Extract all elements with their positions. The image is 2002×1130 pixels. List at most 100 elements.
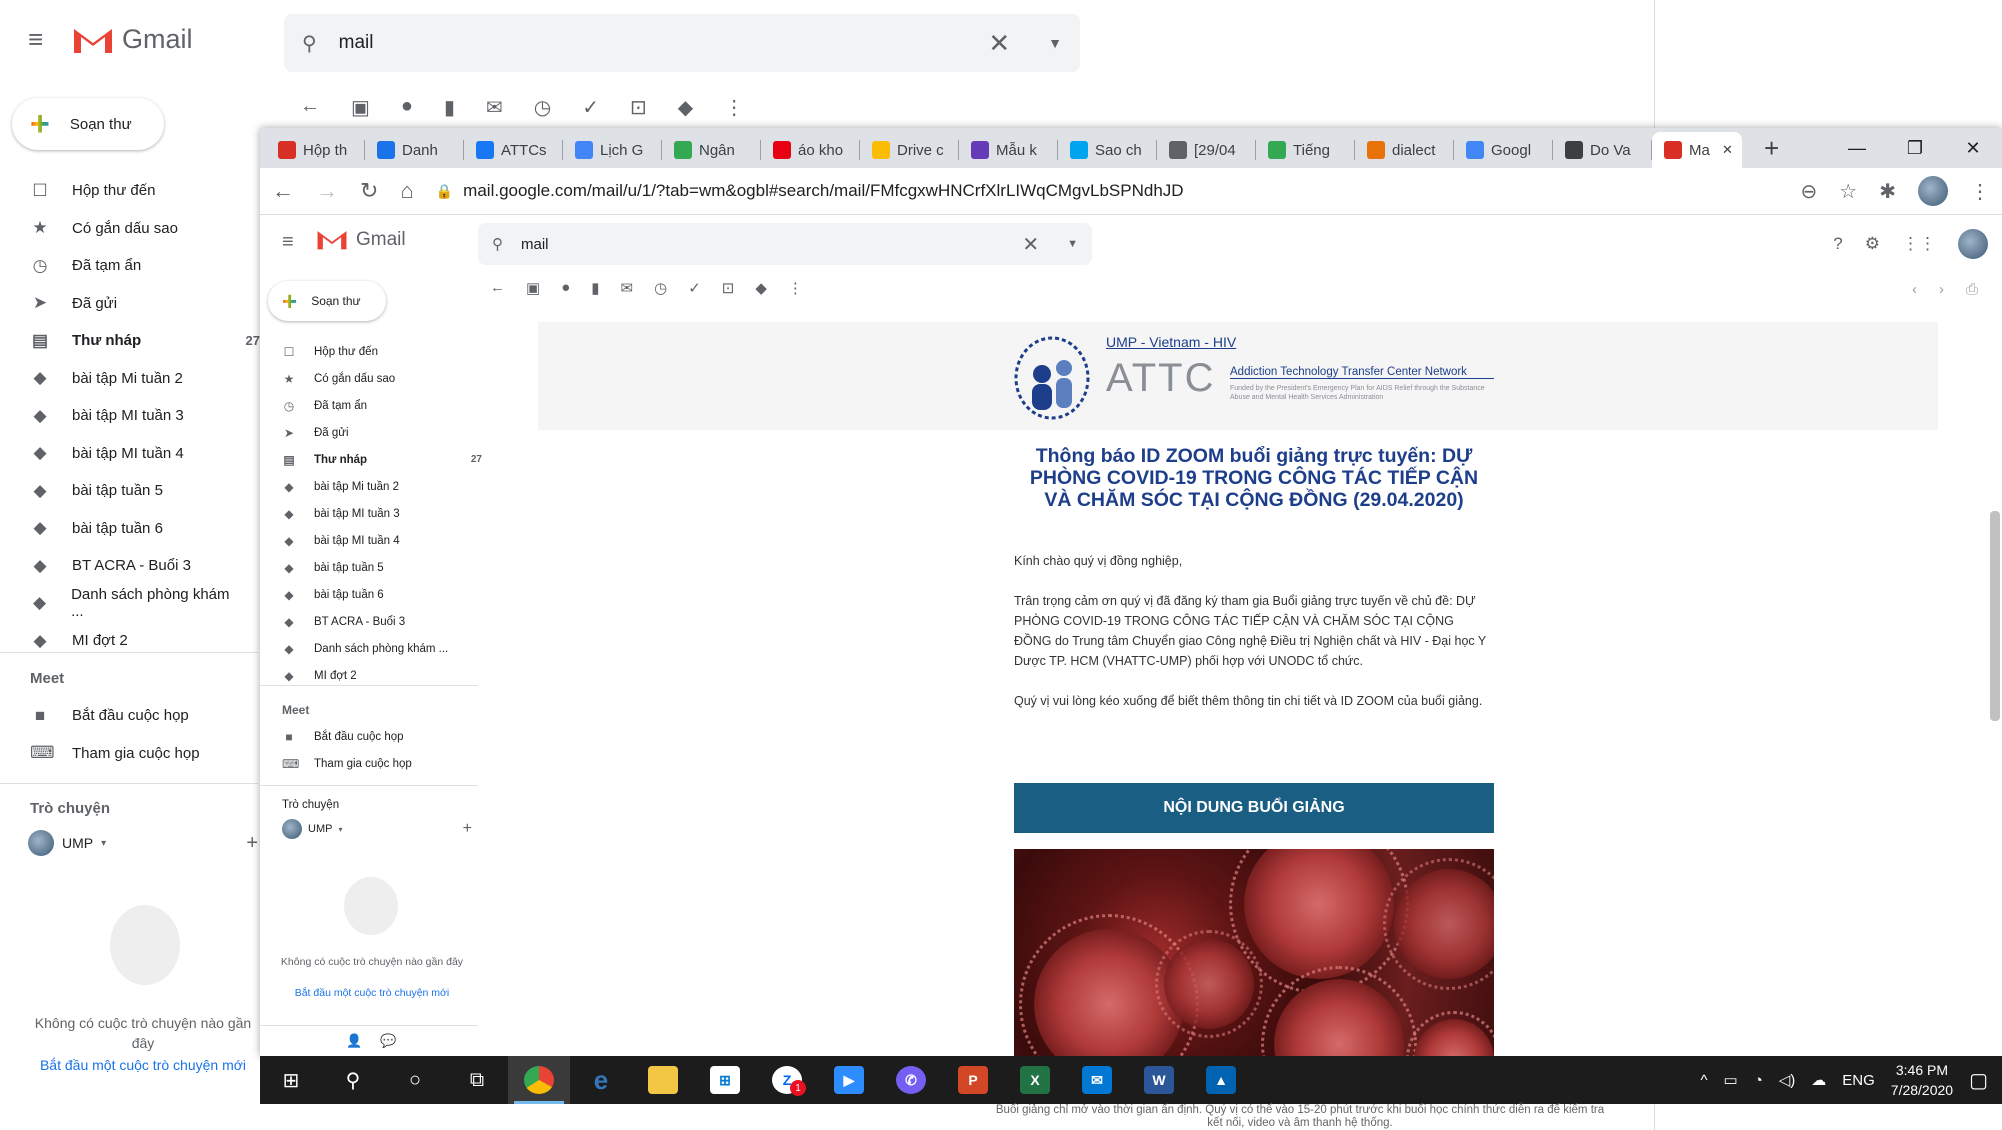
url-text[interactable]: mail.google.com/mail/u/1/?tab=wm&ogbl#se… bbox=[463, 181, 1183, 201]
settings-gear-icon[interactable]: ⚙ bbox=[1865, 234, 1880, 254]
nav-item[interactable]: ◆ bài tập MI tuần 4 bbox=[30, 435, 260, 473]
mail-taskbar-button[interactable]: ✉ bbox=[1066, 1056, 1128, 1104]
nav-item[interactable]: ◆ Danh sách phòng khám ... bbox=[282, 635, 482, 662]
nav-item[interactable]: ◆ bài tập Mi tuần 2 bbox=[282, 473, 482, 500]
mark-unread-icon[interactable]: ✉ bbox=[486, 95, 503, 120]
lock-icon[interactable]: 🔒 bbox=[436, 183, 453, 200]
search-input[interactable]: mail bbox=[339, 32, 989, 54]
meet-start-item[interactable]: ■ Bắt đầu cuộc họp bbox=[282, 723, 482, 750]
meet-start-item[interactable]: ■ Bắt đầu cuộc họp bbox=[30, 697, 260, 735]
viber-taskbar-button[interactable]: ✆ bbox=[880, 1056, 942, 1104]
start-button[interactable]: ⊞ bbox=[260, 1056, 322, 1104]
battery-icon[interactable]: ▭ bbox=[1724, 1071, 1738, 1089]
restore-icon[interactable]: ❐ bbox=[1886, 128, 1944, 168]
word-taskbar-button[interactable]: W bbox=[1128, 1056, 1190, 1104]
search-icon[interactable]: ⚲ bbox=[492, 235, 503, 253]
cortana-button[interactable]: ○ bbox=[384, 1056, 446, 1104]
archive-icon[interactable]: ▣ bbox=[526, 279, 540, 297]
scrollbar[interactable] bbox=[1990, 511, 2000, 721]
mark-unread-icon[interactable]: ✉ bbox=[621, 279, 634, 297]
zalo-taskbar-button[interactable]: Z1 bbox=[756, 1056, 818, 1104]
powerpoint-taskbar-button[interactable]: P bbox=[942, 1056, 1004, 1104]
store-taskbar-button[interactable]: ⊞ bbox=[694, 1056, 756, 1104]
search-icon[interactable]: ⚲ bbox=[302, 31, 317, 56]
apps-grid-icon[interactable]: ⋮⋮ bbox=[1902, 234, 1936, 254]
nav-item[interactable]: ★ Có gắn dấu sao bbox=[30, 210, 260, 248]
nav-item[interactable]: ◆ BT ACRA - Buổi 3 bbox=[282, 608, 482, 635]
nav-item[interactable]: ◷ Đã tạm ẩn bbox=[282, 392, 482, 419]
onedrive-icon[interactable]: ☁ bbox=[1811, 1071, 1826, 1089]
profile-avatar[interactable] bbox=[1918, 176, 1948, 206]
nav-item[interactable]: ▤ Thư nháp 27 bbox=[30, 322, 260, 360]
back-icon[interactable]: ← bbox=[272, 178, 294, 204]
browser-tab[interactable]: ATTCs bbox=[464, 132, 563, 168]
prev-icon[interactable]: ‹ bbox=[1912, 281, 1917, 298]
reload-icon[interactable]: ↻ bbox=[360, 178, 378, 204]
start-chat-link[interactable]: Bắt đầu một cuộc trò chuyện mới bbox=[272, 987, 472, 999]
meet-join-item[interactable]: ⌨ Tham gia cuộc họp bbox=[282, 750, 482, 777]
nav-item[interactable]: ★ Có gắn dấu sao bbox=[282, 365, 482, 392]
search-bar[interactable]: ⚲ mail ✕ ▼ bbox=[284, 14, 1080, 72]
explorer-taskbar-button[interactable] bbox=[632, 1056, 694, 1104]
browser-tab[interactable]: Ma ✕ bbox=[1652, 132, 1742, 168]
more-icon[interactable]: ⋮ bbox=[724, 95, 744, 120]
add-task-icon[interactable]: ✓ bbox=[582, 95, 599, 120]
forward-icon[interactable]: → bbox=[316, 178, 338, 204]
search-options-icon[interactable]: ▼ bbox=[1067, 238, 1078, 250]
browser-tab[interactable]: Tiếng bbox=[1256, 132, 1355, 168]
search-button[interactable]: ⚲ bbox=[322, 1056, 384, 1104]
chevron-down-icon[interactable]: ▾ bbox=[338, 825, 342, 834]
chevron-down-icon[interactable]: ▾ bbox=[101, 838, 106, 849]
browser-tab[interactable]: Danh bbox=[365, 132, 464, 168]
add-chat-icon[interactable]: + bbox=[246, 832, 258, 855]
nav-item[interactable]: ◆ bài tập MI tuần 3 bbox=[30, 397, 260, 435]
bookmark-star-icon[interactable]: ☆ bbox=[1839, 179, 1857, 204]
close-tab-icon[interactable]: ✕ bbox=[1722, 142, 1733, 158]
delete-icon[interactable]: ▮ bbox=[591, 279, 599, 297]
snooze-icon[interactable]: ◷ bbox=[654, 279, 667, 297]
nav-item[interactable]: ◆ bài tập MI tuần 4 bbox=[282, 527, 482, 554]
language-indicator[interactable]: ENG bbox=[1842, 1072, 1875, 1089]
close-window-icon[interactable]: ✕ bbox=[1944, 128, 2002, 168]
menu-icon[interactable]: ≡ bbox=[282, 231, 294, 254]
search-options-icon[interactable]: ▼ bbox=[1048, 35, 1062, 51]
browser-tab[interactable]: Do Va bbox=[1553, 132, 1652, 168]
spam-icon[interactable]: ● bbox=[561, 279, 570, 297]
edge-taskbar-button[interactable]: e bbox=[570, 1056, 632, 1104]
start-chat-link[interactable]: Bắt đầu một cuộc trò chuyện mới bbox=[28, 1057, 258, 1073]
browser-tab[interactable]: dialect bbox=[1355, 132, 1454, 168]
nav-item[interactable]: ◆ BT ACRA - Buổi 3 bbox=[30, 547, 260, 585]
zoom-taskbar-button[interactable]: ▶ bbox=[818, 1056, 880, 1104]
task-view-button[interactable]: ⧉ bbox=[446, 1056, 508, 1104]
browser-tab[interactable]: Mẫu k bbox=[959, 132, 1058, 168]
meet-join-item[interactable]: ⌨ Tham gia cuộc họp bbox=[30, 735, 260, 773]
nav-item[interactable]: ◆ bài tập tuần 5 bbox=[30, 472, 260, 510]
browser-tab[interactable]: Hộp th bbox=[266, 132, 365, 168]
clear-search-icon[interactable]: ✕ bbox=[988, 28, 1010, 59]
home-icon[interactable]: ⌂ bbox=[400, 178, 413, 204]
next-icon[interactable]: › bbox=[1939, 281, 1944, 298]
nav-item[interactable]: ◆ bài tập Mi tuần 2 bbox=[30, 360, 260, 398]
nav-item[interactable]: ◆ MI đợt 2 bbox=[30, 622, 260, 660]
print-icon[interactable]: ⎙ bbox=[1966, 281, 1978, 298]
chrome-taskbar-button[interactable] bbox=[508, 1056, 570, 1104]
browser-tab[interactable]: [29/04 bbox=[1157, 132, 1256, 168]
chat-user-row[interactable]: UMP ▾ + bbox=[28, 830, 258, 856]
add-task-icon[interactable]: ✓ bbox=[688, 279, 701, 297]
clock[interactable]: 3:46 PM 7/28/2020 bbox=[1891, 1060, 1953, 1100]
chrome-menu-icon[interactable]: ⋮ bbox=[1970, 179, 1990, 204]
compose-button[interactable]: + Soạn thư bbox=[12, 98, 164, 150]
browser-tab[interactable]: Googl bbox=[1454, 132, 1553, 168]
nav-item[interactable]: ▤ Thư nháp 27 bbox=[282, 446, 482, 473]
nav-item[interactable]: ☐ Hộp thư đến bbox=[30, 172, 260, 210]
zoom-icon[interactable]: ⊖ bbox=[1801, 179, 1818, 204]
add-chat-icon[interactable]: + bbox=[463, 820, 472, 838]
gmail-logo[interactable]: Gmail bbox=[316, 228, 406, 251]
move-to-icon[interactable]: ⊡ bbox=[722, 279, 735, 297]
account-avatar[interactable] bbox=[1958, 229, 1988, 259]
search-bar[interactable]: ⚲ mail ✕ ▼ bbox=[478, 223, 1092, 265]
excel-taskbar-button[interactable]: X bbox=[1004, 1056, 1066, 1104]
new-tab-button[interactable]: + bbox=[1764, 133, 1779, 164]
browser-tab[interactable]: Drive c bbox=[860, 132, 959, 168]
volume-icon[interactable]: ◁) bbox=[1779, 1071, 1796, 1089]
